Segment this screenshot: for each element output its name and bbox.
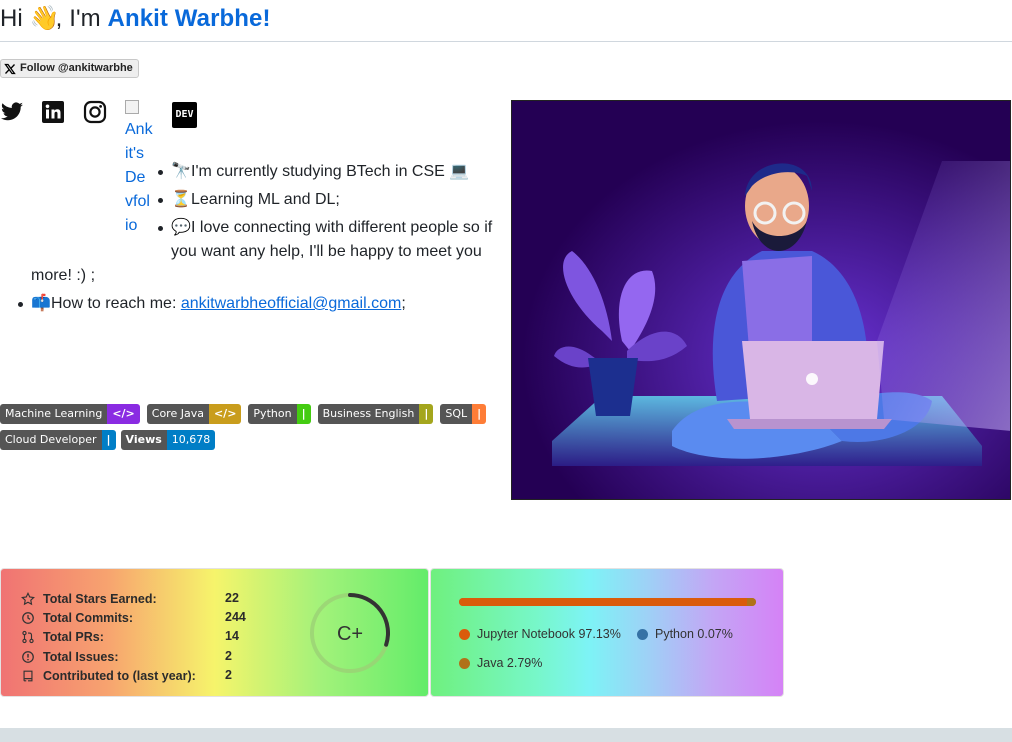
footer-divider <box>0 728 1012 742</box>
star-icon <box>21 592 35 606</box>
stat-label: Total PRs: <box>43 630 104 644</box>
stat-row: Contributed to (last year): <box>21 667 196 685</box>
greeting-text: Hi <box>0 5 23 32</box>
stat-label: Contributed to (last year): <box>43 669 196 683</box>
bullet-dot <box>158 198 163 203</box>
repo-icon <box>23 670 33 682</box>
follow-button[interactable]: Follow @ankitwarbhe <box>0 59 139 78</box>
wave-icon: 👋 <box>29 5 60 32</box>
list-item-text: I love connecting with different people … <box>191 219 493 236</box>
mailbox-icon: 📫 <box>31 295 51 312</box>
devfolio-alt-text[interactable]: Ankit's Devfolio <box>125 118 153 238</box>
grade-text: C+ <box>337 623 363 645</box>
header-divider <box>0 41 1012 42</box>
follow-label: Follow @ankitwarbhe <box>20 62 133 74</box>
dev-to-icon[interactable]: DEV <box>172 102 197 128</box>
list-item-text: How to reach me: <box>51 295 181 312</box>
language-name: Jupyter Notebook <box>477 627 575 641</box>
intro-text: , I'm <box>55 5 101 32</box>
language-legend-item: Jupyter Notebook 97.13% <box>459 627 621 641</box>
history-icon <box>22 612 34 624</box>
developer-illustration <box>511 100 1011 500</box>
stat-row: Total Commits: <box>21 609 133 627</box>
instagram-icon[interactable] <box>83 100 107 124</box>
top-languages-card: Jupyter Notebook 97.13% Python 0.07% Jav… <box>430 568 784 697</box>
badge-business-english[interactable]: Business English | <box>317 404 434 424</box>
language-percent: 0.07% <box>697 627 733 641</box>
telescope-icon: 🔭 <box>171 163 191 180</box>
stat-value: 244 <box>225 610 246 624</box>
list-item-text: I'm currently studying BTech in CSE <box>191 163 445 180</box>
skill-badges-row-1: Machine Learning </> Core Java </> Python |… <box>0 404 487 424</box>
badge-core-java[interactable]: Core Java </> <box>146 404 242 424</box>
language-color-dot <box>459 628 470 640</box>
language-legend-item: Python 0.07% <box>637 627 733 641</box>
broken-image-icon[interactable] <box>125 100 149 114</box>
hourglass-icon: ⏳ <box>171 191 191 208</box>
list-item: 📫How to reach me: ankitwarbheofficial@gm… <box>31 292 406 316</box>
email-link[interactable]: ankitwarbheofficial@gmail.com <box>181 295 401 312</box>
language-bar-segment <box>747 598 756 606</box>
list-item: 💬I love connecting with different people… <box>171 216 492 240</box>
language-legend-item: Java 2.79% <box>459 656 542 670</box>
badge-machine-learning[interactable]: Machine Learning </> <box>0 404 140 424</box>
linkedin-icon[interactable] <box>41 100 65 124</box>
language-name: Java <box>477 656 504 670</box>
language-bar-segment <box>459 598 748 606</box>
bullet-dot <box>18 302 23 307</box>
stat-value: 22 <box>225 591 239 605</box>
language-percent: 97.13% <box>578 627 621 641</box>
stat-row: Total PRs: <box>21 628 104 646</box>
language-name: Python <box>655 627 694 641</box>
page-title: Hi 👋, I'm Ankit Warbhe! <box>0 2 271 36</box>
language-color-dot <box>459 657 470 669</box>
stat-value: 14 <box>225 629 239 643</box>
language-color-dot <box>637 628 648 640</box>
badge-profile-views[interactable]: Views 10,678 <box>120 430 216 450</box>
language-percent: 2.79% <box>506 656 543 670</box>
badge-python[interactable]: Python | <box>248 404 311 424</box>
grade-ring: C+ <box>310 593 390 673</box>
list-item-text: ; <box>401 295 406 312</box>
stat-label: Total Commits: <box>43 611 134 625</box>
language-progress-bar <box>459 598 756 606</box>
pull-request-icon <box>22 630 34 644</box>
list-item-text: Learning ML and DL; <box>191 191 340 208</box>
list-item-text: more! :) ; <box>31 267 96 284</box>
author-name: Ankit Warbhe! <box>107 5 271 32</box>
list-item-text: you want any help, I'll be happy to meet… <box>171 243 482 260</box>
stat-label: Total Issues: <box>43 650 119 664</box>
badge-cloud-developer[interactable]: Cloud Developer | <box>0 430 116 450</box>
stat-row: Total Issues: <box>21 648 118 666</box>
stat-label: Total Stars Earned: <box>43 592 157 606</box>
x-logo-icon <box>4 63 16 74</box>
list-item: 🔭I'm currently studying BTech in CSE 💻 <box>171 160 469 184</box>
issue-icon <box>22 651 34 663</box>
twitter-icon[interactable] <box>0 100 24 124</box>
stat-row: Total Stars Earned: <box>21 590 157 608</box>
bullet-dot <box>158 226 163 231</box>
list-item: ⏳Learning ML and DL; <box>171 188 340 212</box>
laptop-icon: 💻 <box>449 163 470 180</box>
speech-bubble-icon: 💬 <box>171 219 191 236</box>
badge-sql[interactable]: SQL | <box>440 404 487 424</box>
bullet-dot <box>158 170 163 175</box>
stat-value: 2 <box>225 649 232 663</box>
skill-badges-row-2: Cloud Developer | Views 10,678 <box>0 430 216 450</box>
stat-value: 2 <box>225 668 232 682</box>
